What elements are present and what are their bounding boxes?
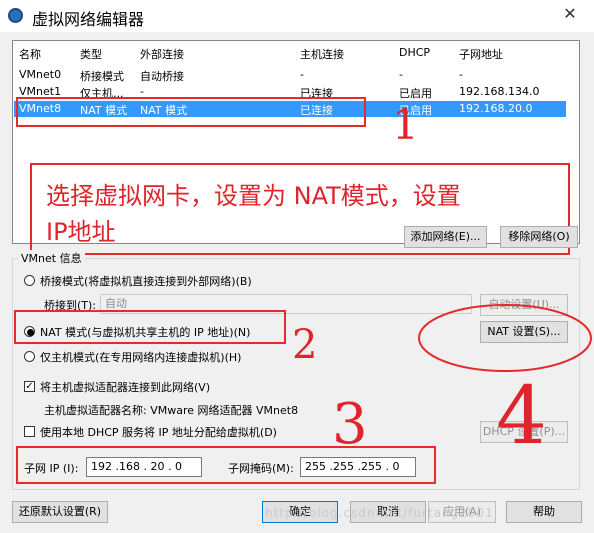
row-subnet: 192.168.134.0 <box>459 85 540 98</box>
subnet-ip-input[interactable]: 192 .168 . 20 . 0 <box>86 457 202 477</box>
watermark: http://blog.csdn.net/furtang2001 <box>265 506 494 520</box>
connect-adapter-label[interactable]: 将主机虚拟适配器连接到此网络(V) <box>40 379 210 395</box>
subnet-mask-input[interactable]: 255 .255 .255 . 0 <box>300 457 416 477</box>
host-only-label[interactable]: 仅主机模式(在专用网络内连接虚拟机)(H) <box>40 349 241 365</box>
app-icon <box>8 8 23 23</box>
row-dhcp: - <box>399 68 403 81</box>
annotation-box-nat <box>14 310 286 344</box>
window-title: 虚拟网络编辑器 <box>32 10 145 29</box>
restore-defaults-button[interactable]: 还原默认设置(R) <box>12 501 108 523</box>
col-dhcp[interactable]: DHCP <box>399 46 430 59</box>
col-subnet[interactable]: 子网地址 <box>459 46 503 62</box>
remove-network-button[interactable]: 移除网络(O) <box>500 226 578 248</box>
group-legend: VMnet 信息 <box>18 250 85 266</box>
use-dhcp-label[interactable]: 使用本地 DHCP 服务将 IP 地址分配给虚拟机(D) <box>40 424 277 440</box>
adapter-name-label: 主机虚拟适配器名称: VMware 网络适配器 VMnet8 <box>44 404 299 417</box>
close-icon[interactable]: ✕ <box>560 4 580 23</box>
annotation-line-1: 选择虚拟网卡，设置为 NAT模式，设置 <box>46 182 461 210</box>
row-external: 自动桥接 <box>140 70 184 83</box>
annotation-line-2: IP地址 <box>46 218 116 246</box>
annotation-circle <box>418 304 592 372</box>
connect-adapter-checkbox[interactable]: ✓ <box>24 381 35 392</box>
radio-host-only[interactable] <box>24 351 35 362</box>
table-row[interactable]: VMnet0 桥接模式 自动桥接 - - - <box>14 67 566 83</box>
annotation-number-1: 1 <box>392 100 419 149</box>
help-button[interactable]: 帮助 <box>506 501 582 523</box>
row-dhcp: 已启用 <box>399 87 432 100</box>
row-subnet: - <box>459 68 463 81</box>
list-header: 名称 类型 外部连接 主机连接 DHCP 子网地址 <box>13 45 579 63</box>
col-name[interactable]: 名称 <box>19 46 41 62</box>
col-host[interactable]: 主机连接 <box>300 46 344 62</box>
radio-bridged[interactable] <box>24 275 35 286</box>
annotation-number-2: 2 <box>292 322 318 368</box>
subnet-mask-label: 子网掩码(M): <box>228 462 294 475</box>
use-dhcp-checkbox[interactable] <box>24 426 35 437</box>
col-external[interactable]: 外部连接 <box>140 46 184 62</box>
row-subnet: 192.168.20.0 <box>459 102 533 115</box>
row-type: 桥接模式 <box>80 70 124 83</box>
row-host: - <box>300 68 304 81</box>
add-network-button[interactable]: 添加网络(E)... <box>404 226 487 248</box>
annotation-number-4: 4 <box>496 369 547 462</box>
subnet-ip-label: 子网 IP (I): <box>24 462 79 475</box>
annotation-box-row <box>16 97 366 127</box>
row-name: VMnet0 <box>19 68 62 81</box>
col-type[interactable]: 类型 <box>80 46 102 62</box>
bridged-label[interactable]: 桥接模式(将虚拟机直接连接到外部网络)(B) <box>40 273 252 289</box>
